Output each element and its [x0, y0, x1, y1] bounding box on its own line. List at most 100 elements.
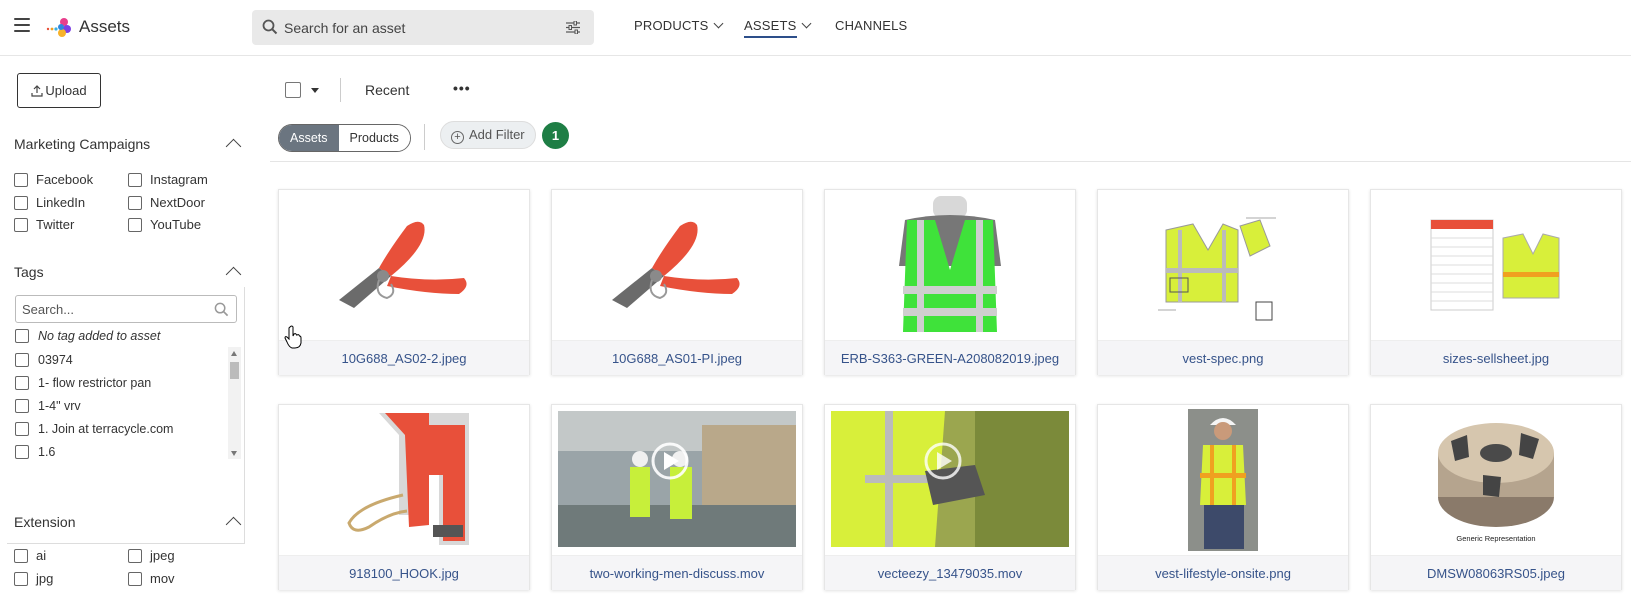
- tag-label: 1-4" vrv: [38, 399, 81, 413]
- asset-card[interactable]: Generic Representation DMSW08063RS05.jpe…: [1370, 404, 1622, 590]
- asset-card[interactable]: 918100_HOOK.jpg: [278, 404, 530, 590]
- menu-icon[interactable]: [14, 18, 30, 32]
- marketing-twitter[interactable]: Twitter: [14, 217, 74, 233]
- upload-button[interactable]: Upload: [17, 73, 101, 108]
- asset-card[interactable]: 10G688_AS01-PI.jpeg: [551, 189, 803, 375]
- checkbox-label: Instagram: [150, 172, 208, 187]
- checkbox[interactable]: [15, 375, 29, 390]
- extension-jpg[interactable]: jpg: [14, 571, 53, 587]
- asset-name[interactable]: two-working-men-discuss.mov: [552, 555, 802, 590]
- marketing-nextdoor[interactable]: NextDoor: [128, 195, 205, 211]
- asset-name[interactable]: DMSW08063RS05.jpeg: [1371, 555, 1621, 590]
- video-thumbnail: [831, 411, 1069, 547]
- nav-assets[interactable]: ASSETS: [744, 18, 811, 38]
- asset-card[interactable]: vecteezy_13479035.mov: [824, 404, 1076, 590]
- asset-thumbnail: [1098, 190, 1348, 340]
- checkbox[interactable]: [15, 398, 29, 413]
- collapse-marketing-icon[interactable]: [225, 138, 242, 155]
- asset-name[interactable]: 10G688_AS01-PI.jpeg: [552, 340, 802, 375]
- tag-item[interactable]: 03974: [15, 352, 73, 368]
- pliers-image: [339, 221, 467, 308]
- select-all-checkbox[interactable]: [285, 82, 301, 98]
- collapse-tags-icon[interactable]: [225, 266, 242, 283]
- scroll-up-icon[interactable]: [231, 351, 237, 356]
- add-filter-button[interactable]: + Add Filter: [440, 121, 536, 149]
- asset-card[interactable]: vest-spec.png: [1097, 189, 1349, 375]
- checkbox[interactable]: [14, 172, 28, 187]
- asset-thumbnail: [1098, 405, 1348, 555]
- checkbox[interactable]: [128, 195, 142, 210]
- asset-name[interactable]: vecteezy_13479035.mov: [825, 555, 1075, 590]
- checkbox[interactable]: [15, 328, 29, 343]
- milling-cutter-image: Generic Representation: [1438, 423, 1554, 543]
- asset-thumbnail: [552, 190, 802, 340]
- hook-tool-image: [347, 413, 469, 545]
- app-title: Assets: [79, 17, 131, 36]
- tag-item[interactable]: 1- flow restrictor pan: [15, 375, 152, 391]
- checkbox[interactable]: [128, 217, 142, 232]
- more-options-icon[interactable]: •••: [453, 80, 471, 96]
- image-caption: Generic Representation: [1456, 534, 1535, 543]
- tag-search[interactable]: [15, 295, 237, 323]
- asset-name[interactable]: ERB-S363-GREEN-A208082019.jpeg: [825, 340, 1075, 375]
- checkbox[interactable]: [128, 548, 142, 563]
- tag-item[interactable]: 1-4" vrv: [15, 398, 81, 414]
- checkbox[interactable]: [14, 548, 28, 563]
- tag-item[interactable]: 1. Join at terracycle.com: [15, 421, 174, 437]
- upload-icon: [31, 85, 43, 97]
- asset-name[interactable]: 10G688_AS02-2.jpeg: [279, 340, 529, 375]
- tag-item[interactable]: 1.6: [15, 444, 55, 460]
- tab-products[interactable]: Products: [338, 125, 410, 151]
- scroll-thumb[interactable]: [230, 362, 239, 379]
- filter-settings-icon[interactable]: [566, 21, 580, 34]
- checkbox[interactable]: [128, 172, 142, 187]
- marketing-instagram[interactable]: Instagram: [128, 172, 208, 188]
- checkbox[interactable]: [14, 195, 28, 210]
- filter-count-badge[interactable]: 1: [542, 122, 569, 149]
- extension-mov[interactable]: mov: [128, 571, 175, 587]
- sort-recent[interactable]: Recent: [365, 82, 409, 98]
- extension-ai[interactable]: ai: [14, 548, 46, 564]
- vest-spec-image: [1158, 217, 1276, 321]
- divider: [424, 124, 425, 150]
- checkbox[interactable]: [15, 421, 29, 436]
- asset-name[interactable]: sizes-sellsheet.jpg: [1371, 340, 1621, 375]
- tag-label: 1. Join at terracycle.com: [38, 422, 174, 436]
- checkbox[interactable]: [15, 352, 29, 367]
- tags-scrollbar[interactable]: [228, 347, 241, 459]
- checkbox-label: NextDoor: [150, 195, 205, 210]
- asset-name[interactable]: vest-lifestyle-onsite.png: [1098, 555, 1348, 590]
- marketing-youtube[interactable]: YouTube: [128, 217, 201, 233]
- extension-jpeg[interactable]: jpeg: [128, 548, 175, 564]
- checkbox[interactable]: [128, 571, 142, 586]
- app-logo-icon: [46, 18, 71, 37]
- nav-label: ASSETS: [744, 18, 797, 38]
- pliers-image: [612, 221, 740, 308]
- asset-card[interactable]: vest-lifestyle-onsite.png: [1097, 404, 1349, 590]
- asset-card[interactable]: 10G688_AS02-2.jpeg: [278, 189, 530, 375]
- asset-card[interactable]: two-working-men-discuss.mov: [551, 404, 803, 590]
- tag-search-input[interactable]: [16, 296, 196, 322]
- checkbox[interactable]: [15, 444, 29, 459]
- asset-name[interactable]: vest-spec.png: [1098, 340, 1348, 375]
- asset-card[interactable]: ERB-S363-GREEN-A208082019.jpeg: [824, 189, 1076, 375]
- nav-channels[interactable]: CHANNELS: [835, 18, 907, 33]
- checkbox[interactable]: [14, 571, 28, 586]
- asset-thumbnail: [1371, 190, 1621, 340]
- scroll-down-icon[interactable]: [231, 451, 237, 456]
- asset-thumbnail: [825, 405, 1075, 555]
- tag-label: 1- flow restrictor pan: [38, 376, 152, 390]
- nav-label: PRODUCTS: [634, 18, 709, 33]
- tab-assets[interactable]: Assets: [279, 125, 339, 151]
- asset-name[interactable]: 918100_HOOK.jpg: [279, 555, 529, 590]
- search-input[interactable]: [284, 10, 554, 45]
- marketing-facebook[interactable]: Facebook: [14, 172, 93, 188]
- extension-title: Extension: [14, 514, 76, 530]
- asset-card[interactable]: sizes-sellsheet.jpg: [1370, 189, 1622, 375]
- global-search[interactable]: [252, 10, 594, 45]
- tag-item[interactable]: No tag added to asset: [15, 328, 160, 344]
- marketing-linkedin[interactable]: LinkedIn: [14, 195, 85, 211]
- checkbox[interactable]: [14, 217, 28, 232]
- nav-products[interactable]: PRODUCTS: [634, 18, 724, 33]
- select-dropdown-icon[interactable]: [311, 88, 319, 93]
